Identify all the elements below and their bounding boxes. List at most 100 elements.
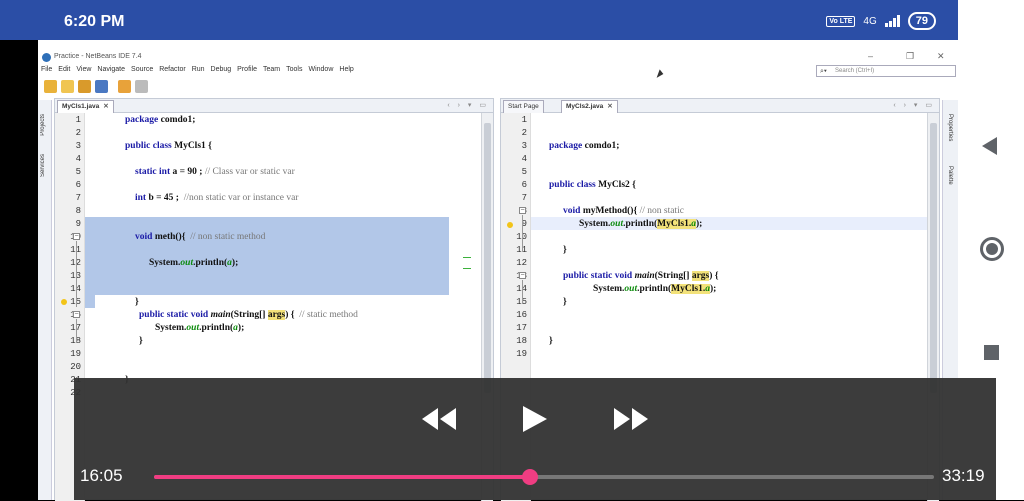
code-line[interactable]: 14 — [70, 284, 481, 297]
code-line[interactable]: 4 — [76, 154, 481, 167]
menu-window[interactable]: Window — [308, 66, 333, 78]
properties-tab[interactable]: Properties — [947, 114, 953, 141]
code-line[interactable]: 20 — [70, 362, 481, 375]
code-text: System.out.println(a); — [155, 323, 245, 333]
close-icon[interactable]: ✕ — [937, 51, 945, 62]
code-text: public class MyCls2 { — [549, 180, 636, 190]
code-line[interactable]: 15} — [516, 297, 927, 310]
code-line[interactable]: 9 System.out.println(MyCls1.a); — [522, 219, 927, 232]
code-line[interactable]: 8 — [76, 206, 481, 219]
recent-apps-icon[interactable] — [984, 345, 999, 360]
code-line[interactable]: 1 package comdo1; — [76, 115, 481, 128]
code-line[interactable]: 11 — [70, 245, 481, 258]
code-line[interactable]: 7 int b = 45 ; //non static var or instan… — [76, 193, 481, 206]
close-tab-icon[interactable]: ✕ — [607, 103, 612, 110]
tab-scroll-icon[interactable]: ‹ › ▾ ▭ — [893, 101, 935, 109]
menu-file[interactable]: File — [41, 66, 52, 78]
menu-run[interactable]: Run — [192, 66, 205, 78]
scrollbar-thumb[interactable] — [930, 123, 937, 393]
menu-debug[interactable]: Debug — [211, 66, 232, 78]
code-line[interactable]: 8void myMethod(){ // non static — [522, 206, 927, 219]
menu-view[interactable]: View — [76, 66, 91, 78]
maximize-icon[interactable]: ❐ — [906, 51, 914, 62]
code-line[interactable]: 17 — [516, 323, 927, 336]
code-line[interactable]: 15} — [70, 297, 481, 310]
code-line[interactable]: 18} — [516, 336, 927, 349]
code-line[interactable]: 10void meth(){ // non static method — [70, 232, 481, 245]
projects-tab[interactable]: Projects — [40, 114, 46, 136]
code-line[interactable]: 2 — [522, 128, 927, 141]
code-line[interactable]: 19 — [70, 349, 481, 362]
menu-refactor[interactable]: Refactor — [159, 66, 185, 78]
search-input[interactable]: ⌕▾ Search (Ctrl+I) — [816, 65, 956, 77]
fold-toggle-icon[interactable]: − — [73, 311, 80, 318]
fold-toggle-icon[interactable]: − — [519, 272, 526, 279]
code-line[interactable]: 5 — [522, 167, 927, 180]
services-tab[interactable]: Services — [40, 154, 46, 177]
code-line[interactable]: 18} — [70, 336, 481, 349]
line-number: 12 — [516, 258, 527, 268]
seek-bar-thumb[interactable] — [522, 469, 539, 485]
home-icon[interactable] — [980, 237, 1004, 261]
close-tab-icon[interactable]: ✕ — [103, 103, 108, 110]
palette-tab[interactable]: Palette — [947, 166, 953, 185]
code-line[interactable]: 6 — [76, 180, 481, 193]
menu-navigate[interactable]: Navigate — [97, 66, 125, 78]
code-line[interactable]: 7 — [522, 193, 927, 206]
code-line[interactable]: 2 — [76, 128, 481, 141]
tab-start-page[interactable]: Start Page — [503, 100, 544, 113]
fold-line — [522, 280, 523, 304]
fold-toggle-icon[interactable]: − — [73, 233, 80, 240]
code-text: } — [563, 245, 567, 255]
code-line[interactable]: 10 — [516, 232, 927, 245]
code-line[interactable]: 6 public class MyCls2 { — [522, 180, 927, 193]
code-line[interactable]: 13public static void main(String[] args)… — [516, 271, 927, 284]
line-number: 17 — [55, 323, 81, 333]
menu-help[interactable]: Help — [339, 66, 353, 78]
menu-source[interactable]: Source — [131, 66, 153, 78]
open-project-icon[interactable] — [78, 80, 91, 93]
seek-bar[interactable] — [154, 469, 934, 485]
code-line[interactable]: 16public static void main(String[] args)… — [70, 310, 481, 323]
code-line[interactable]: 14System.out.println(MyCls1.a); — [516, 284, 927, 297]
code-text: } — [549, 336, 553, 346]
code-line[interactable]: 13 — [70, 271, 481, 284]
new-file-icon[interactable] — [61, 80, 74, 93]
code-line[interactable]: 3 public class MyCls1 { — [76, 141, 481, 154]
tab-scroll-icon[interactable]: ‹ › ▾ ▭ — [447, 101, 489, 109]
code-line[interactable]: 17System.out.println(a); — [70, 323, 481, 336]
code-line[interactable]: 4 — [522, 154, 927, 167]
line-number: 2 — [75, 128, 81, 138]
code-text: } — [139, 336, 143, 346]
code-line[interactable]: 19 — [516, 349, 927, 362]
code-line[interactable]: 12System.out.println(a); — [70, 258, 481, 271]
code-line[interactable]: 1 — [522, 115, 927, 128]
menu-team[interactable]: Team — [263, 66, 280, 78]
status-bar: 6:20 PM Vo LTE 4G 79 — [0, 0, 958, 40]
code-line[interactable]: 5 static int a = 90 ; // Class var or sta… — [76, 167, 481, 180]
play-icon[interactable] — [523, 406, 547, 432]
search-placeholder: Search (Ctrl+I) — [835, 68, 875, 74]
menu-profile[interactable]: Profile — [237, 66, 257, 78]
code-line[interactable]: 11} — [516, 245, 927, 258]
line-number: 9 — [521, 219, 527, 229]
minimize-icon[interactable]: – — [868, 51, 873, 61]
code-line[interactable]: 9 — [76, 219, 481, 232]
line-number: 16 — [516, 310, 527, 320]
menu-tools[interactable]: Tools — [286, 66, 302, 78]
new-project-icon[interactable] — [44, 80, 57, 93]
redo-icon[interactable] — [135, 80, 148, 93]
save-all-icon[interactable] — [95, 80, 108, 93]
scrollbar-thumb[interactable] — [484, 123, 491, 393]
menu-edit[interactable]: Edit — [58, 66, 70, 78]
fold-toggle-icon[interactable]: − — [519, 207, 526, 214]
back-icon[interactable] — [982, 137, 997, 155]
code-line[interactable]: 12 — [516, 258, 927, 271]
fast-forward-icon[interactable] — [614, 408, 648, 430]
code-line[interactable]: 3 package comdo1; — [522, 141, 927, 154]
undo-icon[interactable] — [118, 80, 131, 93]
tab-mycls1-java[interactable]: MyCls1.java ✕ — [57, 100, 114, 113]
rewind-icon[interactable] — [422, 408, 456, 430]
code-line[interactable]: 16 — [516, 310, 927, 323]
tab-mycls2-java[interactable]: MyCls2.java ✕ — [561, 100, 618, 113]
